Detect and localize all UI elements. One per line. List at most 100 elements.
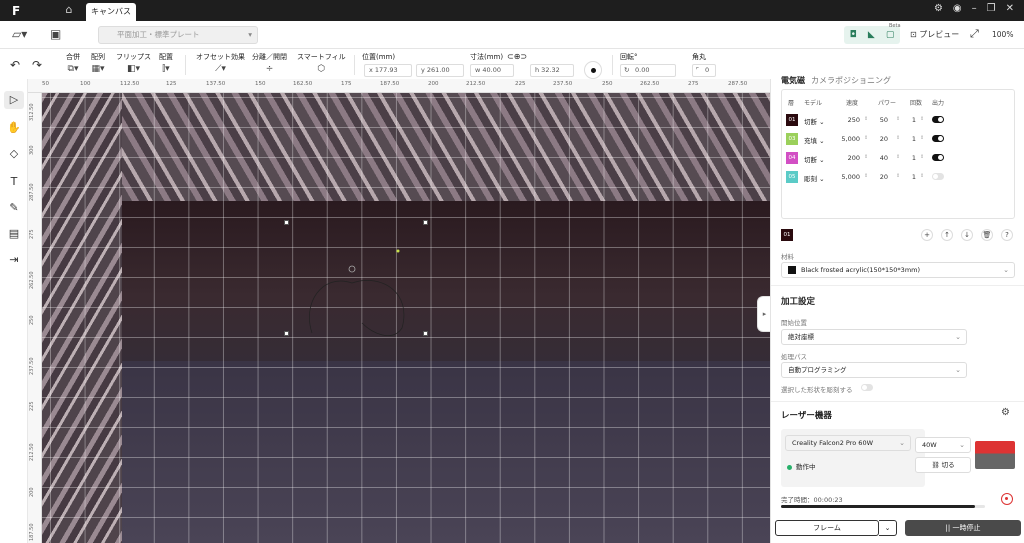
layer-color[interactable]: 03 [786,133,798,145]
move-layer-down-icon[interactable]: ↓ [961,229,973,241]
align-button[interactable]: 配置 ⫿▾ [159,52,173,74]
smart-fill-button[interactable]: スマートフィル ⬡ [297,52,346,74]
offset-button[interactable]: オフセット効果 ⟋▾ [196,52,245,74]
tab-camera[interactable]: カメラポジショニング [811,76,891,85]
fit-screen-icon[interactable]: ⤢ [970,27,979,41]
layer-row[interactable]: 05 彫刻 ⌄ 5,000 ⇕ 20 ⇕ 1 ⇕ [782,169,1014,187]
panel-collapse-handle[interactable]: ▸ [757,296,771,332]
laser-icon[interactable]: ◣ [868,30,875,40]
stepper-icon[interactable]: ⇕ [920,116,924,122]
tab-canvas[interactable]: キャンバス [86,3,136,21]
stepper-icon[interactable]: ⇕ [920,173,924,179]
layer-output-toggle[interactable] [932,135,944,142]
layer-passes[interactable]: 1 [906,135,916,143]
work-canvas[interactable] [42,93,770,543]
disconnect-button[interactable]: ⛓ 切る [915,457,971,473]
layer-output-toggle[interactable] [932,173,944,180]
frame-options-button[interactable]: ⌄ [879,520,897,536]
layer-power[interactable]: 20 [874,173,888,181]
save-icon[interactable]: ▣ [50,27,61,41]
position-y-input[interactable]: y 261.00 [416,64,464,77]
stepper-icon[interactable]: ⇕ [896,135,900,141]
minimize-icon[interactable]: – [972,3,977,14]
layer-mode[interactable]: 切断 ⌄ [804,116,825,126]
layer-passes[interactable]: 1 [906,173,916,181]
combine-button[interactable]: 合併 ⧉▾ [66,52,80,74]
resize-handle-bl[interactable] [284,331,289,336]
close-icon[interactable]: ✕ [1006,3,1014,14]
stop-icon[interactable] [1001,493,1013,505]
process-path-select[interactable]: 自動プログラミング ⌄ [781,362,967,378]
camera-icon[interactable]: ◘ [850,30,857,40]
layer-color[interactable]: 04 [786,152,798,164]
pen-tool-icon[interactable]: ✎ [4,199,24,217]
position-x-input[interactable]: x 177.93 [364,64,412,77]
rotation-input[interactable]: ↻ 0.00 [620,64,676,77]
add-layer-icon[interactable]: + [921,229,933,241]
open-file-icon[interactable]: ▱▾ [12,27,27,41]
tab-layers[interactable]: 電気磁 [781,76,805,85]
zoom-level[interactable]: 100% [992,30,1013,39]
material-select[interactable]: Black frosted acrylic(150*150*3mm) ⌄ [781,262,1015,278]
undo-icon[interactable]: ↶ [10,58,20,72]
layer-output-toggle[interactable] [932,154,944,161]
image-tool-icon[interactable]: ▤ [4,225,24,243]
delete-layer-icon[interactable]: 🗑 [981,229,993,241]
shapes-tool-icon[interactable]: ◇ [4,145,24,163]
redo-icon[interactable]: ↷ [32,58,42,72]
gear-icon[interactable]: ⚙ [1001,407,1010,418]
frame-button[interactable]: フレーム [775,520,879,536]
layer-power[interactable]: 50 [874,116,888,124]
stepper-icon[interactable]: ⇕ [920,135,924,141]
pause-button[interactable]: || 一時停止 [905,520,1021,536]
restore-icon[interactable]: ❐ [987,3,996,14]
layer-mode[interactable]: 切断 ⌄ [804,154,825,164]
stepper-icon[interactable]: ⇕ [896,173,900,179]
split-button[interactable]: 分離／開閉 ÷ [252,52,287,74]
start-position-select[interactable]: 絶対座標 ⌄ [781,329,967,345]
help-icon[interactable]: ? [1001,229,1013,241]
preview-button[interactable]: ⊡ プレビュー [910,29,959,40]
select-tool-icon[interactable]: ▷ [4,91,24,109]
stepper-icon[interactable]: ⇕ [864,154,868,160]
process-mode-select[interactable]: 平面加工・標準プレート ▾ [98,26,258,44]
layer-color[interactable]: 05 [786,171,798,183]
3d-box-icon[interactable]: ▢ [886,30,895,40]
machine-select[interactable]: Creality Falcon2 Pro 60W ⌄ [785,435,911,451]
home-icon[interactable]: ⌂ [58,3,80,19]
import-tool-icon[interactable]: ⇥ [4,251,24,269]
current-layer-color[interactable]: 01 [781,229,793,241]
hand-tool-icon[interactable]: ✋ [4,119,24,137]
layer-power[interactable]: 20 [874,135,888,143]
layer-row[interactable]: 03 充填 ⌄ 5,000 ⇕ 20 ⇕ 1 ⇕ [782,131,1014,149]
layer-mode[interactable]: 充填 ⌄ [804,135,825,145]
stepper-icon[interactable]: ⇕ [864,135,868,141]
layer-speed[interactable]: 250 [840,116,860,124]
laser-power-select[interactable]: 40W ⌄ [915,437,971,453]
size-height-input[interactable]: h 32.32 [530,64,574,77]
engrave-selected-toggle[interactable] [861,384,873,391]
layer-passes[interactable]: 1 [906,116,916,124]
resize-handle-tr[interactable] [423,220,428,225]
stepper-icon[interactable]: ⇕ [896,116,900,122]
stepper-icon[interactable]: ⇕ [864,116,868,122]
layer-mode[interactable]: 彫刻 ⌄ [804,173,825,183]
stepper-icon[interactable]: ⇕ [896,154,900,160]
stepper-icon[interactable]: ⇕ [864,173,868,179]
flip-button[interactable]: フリップス ◧▾ [116,52,151,74]
text-tool-icon[interactable]: T [4,173,24,191]
lock-ratio-icon[interactable]: ⊂⊕⊃ [507,52,527,61]
layer-passes[interactable]: 1 [906,154,916,162]
size-width-input[interactable]: w 40.00 [470,64,514,77]
corner-radius-input[interactable]: ⌜ 0 [692,64,716,77]
anchor-point-button[interactable] [584,61,602,79]
stepper-icon[interactable]: ⇕ [920,154,924,160]
selected-shape[interactable] [292,233,432,343]
layer-color[interactable]: 01 [786,114,798,126]
layer-power[interactable]: 40 [874,154,888,162]
layer-output-toggle[interactable] [932,116,944,123]
layer-row[interactable]: 04 切断 ⌄ 200 ⇕ 40 ⇕ 1 ⇕ [782,150,1014,168]
array-button[interactable]: 配列 ▦▾ [91,52,105,74]
account-icon[interactable]: ◉ [953,3,962,14]
layer-speed[interactable]: 5,000 [840,173,860,181]
